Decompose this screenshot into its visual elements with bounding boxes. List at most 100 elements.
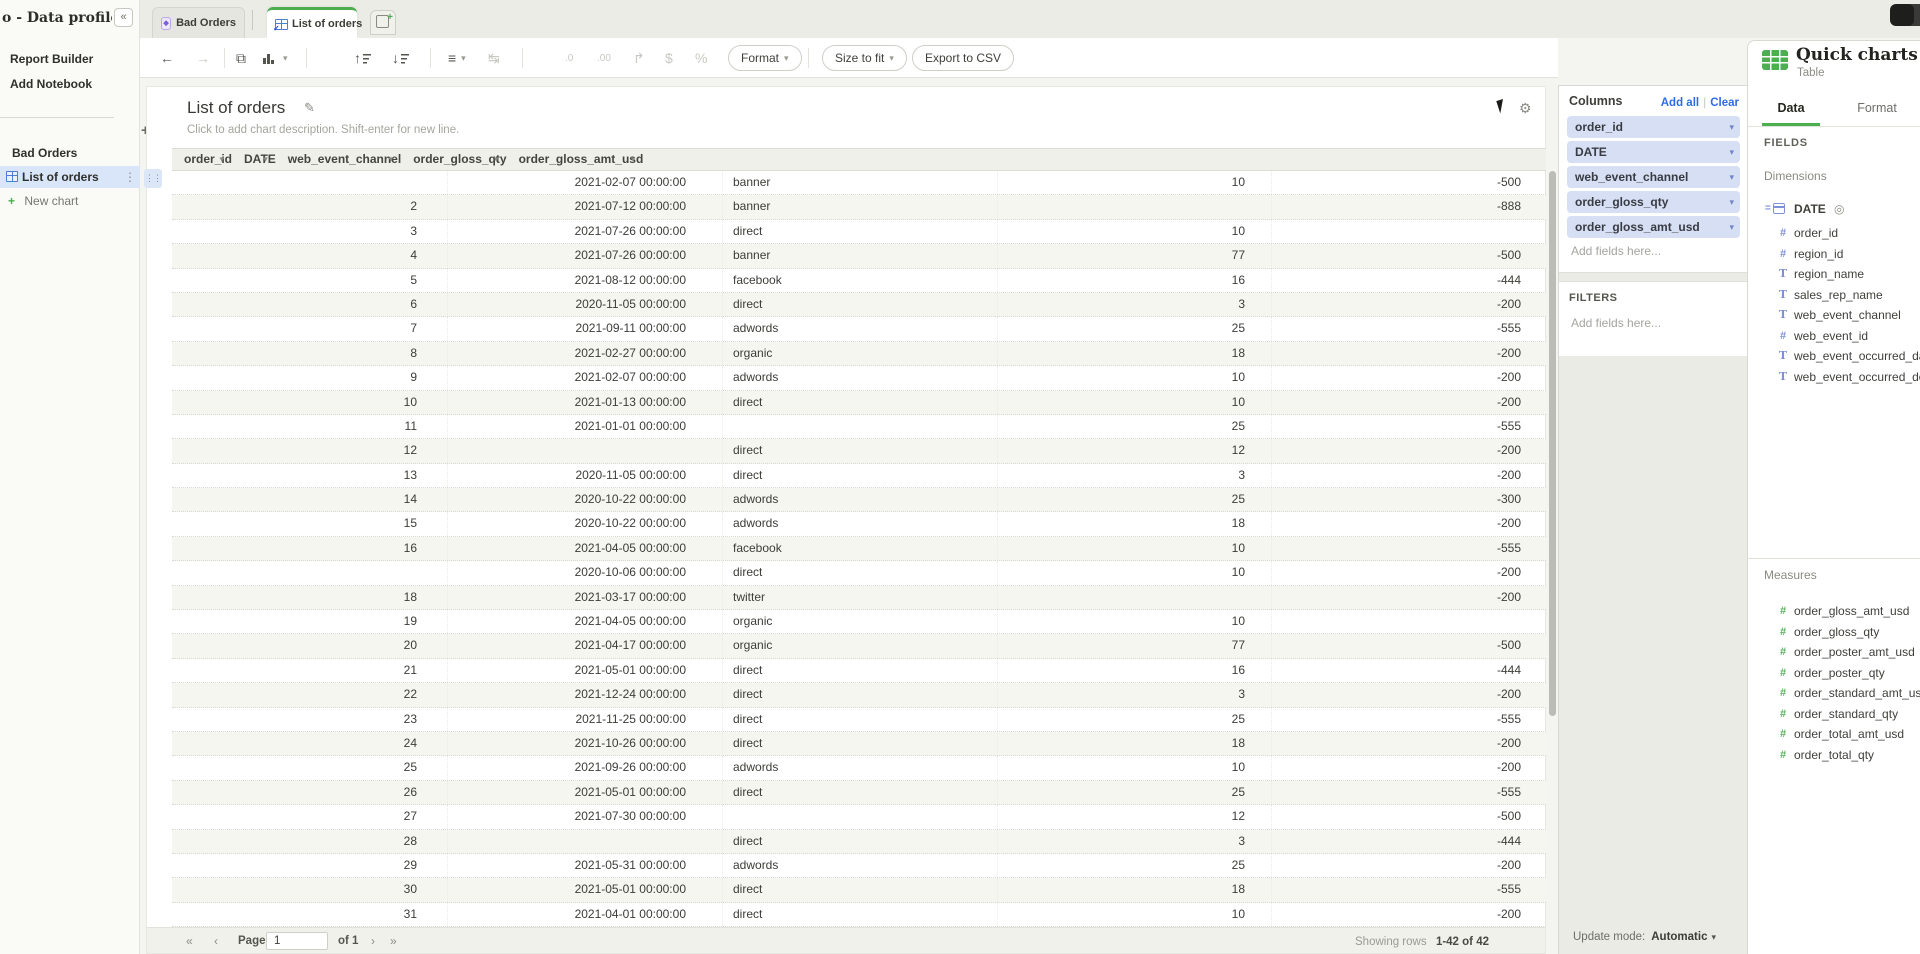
- cell-gloss-amt[interactable]: -200: [1271, 732, 1546, 755]
- cell-channel[interactable]: adwords: [722, 317, 997, 340]
- update-mode-value[interactable]: Automatic: [1651, 931, 1707, 943]
- cell-gloss-qty[interactable]: 3: [997, 683, 1271, 706]
- tab-bad-orders[interactable]: ◆ Bad Orders: [152, 7, 245, 38]
- cell-gloss-amt[interactable]: -500: [1271, 171, 1546, 194]
- cell-date[interactable]: [447, 830, 722, 853]
- tab-data[interactable]: Data: [1748, 93, 1834, 126]
- dimension-field-row[interactable]: order_id: [1748, 223, 1920, 243]
- measure-field-row[interactable]: order_gloss_qty: [1748, 622, 1920, 642]
- cell-date[interactable]: 2021-05-01 00:00:00: [447, 781, 722, 804]
- column-chip[interactable]: order_gloss_qty ▾: [1567, 191, 1740, 213]
- cell-gloss-qty[interactable]: 10: [997, 903, 1271, 926]
- cell-gloss-qty[interactable]: 77: [997, 634, 1271, 657]
- cell-gloss-amt[interactable]: -555: [1271, 781, 1546, 804]
- cell-gloss-amt[interactable]: -555: [1271, 878, 1546, 901]
- cell-gloss-amt[interactable]: -444: [1271, 269, 1546, 292]
- cell-gloss-amt[interactable]: -555: [1271, 317, 1546, 340]
- measure-field-row[interactable]: order_poster_amt_usd: [1748, 642, 1920, 662]
- measure-field-row[interactable]: order_total_qty: [1748, 745, 1920, 765]
- cell-channel[interactable]: direct: [722, 293, 997, 316]
- cell-gloss-qty[interactable]: 10: [997, 171, 1271, 194]
- cell-gloss-amt[interactable]: -555: [1271, 537, 1546, 560]
- table-row[interactable]: 2020-10-06 00:00:00 direct 10 -200: [172, 561, 1546, 585]
- cell-channel[interactable]: direct: [722, 561, 997, 584]
- cell-channel[interactable]: direct: [722, 391, 997, 414]
- column-chip[interactable]: order_id ▾: [1567, 116, 1740, 138]
- cell-order-id[interactable]: 26: [172, 781, 447, 804]
- table-row[interactable]: 21 2021-05-01 00:00:00 direct 16 -444: [172, 659, 1546, 683]
- cell-gloss-amt[interactable]: -200: [1271, 391, 1546, 414]
- chip-caret-icon[interactable]: ▾: [1729, 216, 1734, 238]
- new-tab-button[interactable]: +: [370, 10, 396, 35]
- cell-gloss-amt[interactable]: -555: [1271, 415, 1546, 438]
- cell-order-id[interactable]: [172, 561, 447, 584]
- cell-date[interactable]: 2021-07-26 00:00:00: [447, 244, 722, 267]
- cell-channel[interactable]: direct: [722, 659, 997, 682]
- column-header[interactable]: web_event_channel ▾: [276, 149, 401, 172]
- align-icon[interactable]: ≡ ▾: [448, 38, 466, 78]
- chip-caret-icon[interactable]: ▾: [1729, 191, 1734, 213]
- cell-gloss-amt[interactable]: -200: [1271, 903, 1546, 926]
- cell-gloss-amt[interactable]: -200: [1271, 342, 1546, 365]
- cell-order-id[interactable]: 14: [172, 488, 447, 511]
- measure-field-row[interactable]: order_standard_qty: [1748, 704, 1920, 724]
- kebab-menu-icon[interactable]: ⋮: [124, 166, 136, 188]
- cell-order-id[interactable]: 7: [172, 317, 447, 340]
- measure-field-row[interactable]: order_poster_qty: [1748, 663, 1920, 683]
- table-row[interactable]: 25 2021-09-26 00:00:00 adwords 10 -200: [172, 756, 1546, 780]
- cell-order-id[interactable]: 31: [172, 903, 447, 926]
- cell-date[interactable]: 2021-07-12 00:00:00: [447, 195, 722, 218]
- table-row[interactable]: 23 2021-11-25 00:00:00 direct 25 -555: [172, 708, 1546, 732]
- cell-gloss-qty[interactable]: 10: [997, 220, 1271, 243]
- cell-date[interactable]: 2021-04-01 00:00:00: [447, 903, 722, 926]
- table-row[interactable]: 31 2021-04-01 00:00:00 direct 10 -200: [172, 903, 1546, 927]
- row-drag-handle[interactable]: ⋮⋮: [144, 169, 162, 188]
- cell-gloss-amt[interactable]: [1271, 610, 1546, 633]
- chip-caret-icon[interactable]: ▾: [1729, 116, 1734, 138]
- cell-channel[interactable]: adwords: [722, 488, 997, 511]
- sort-ascending-icon[interactable]: ↑: [354, 38, 371, 78]
- table-row[interactable]: 2021-02-07 00:00:00 banner 10 -500: [172, 171, 1546, 195]
- cell-gloss-qty[interactable]: 12: [997, 805, 1271, 828]
- cell-order-id[interactable]: 16: [172, 537, 447, 560]
- table-row[interactable]: 27 2021-07-30 00:00:00 12 -500: [172, 805, 1546, 829]
- cell-channel[interactable]: direct: [722, 464, 997, 487]
- cell-gloss-qty[interactable]: 10: [997, 391, 1271, 414]
- table-row[interactable]: 9 2021-02-07 00:00:00 adwords 10 -200: [172, 366, 1546, 390]
- dimension-field-row[interactable]: web_event_occurred_date: [1748, 346, 1920, 366]
- measure-field-row[interactable]: order_gloss_amt_usd: [1748, 601, 1920, 621]
- chip-caret-icon[interactable]: ▾: [1729, 166, 1734, 188]
- column-chip[interactable]: DATE ▾: [1567, 141, 1740, 163]
- cell-channel[interactable]: [722, 805, 997, 828]
- cell-date[interactable]: 2020-10-22 00:00:00: [447, 488, 722, 511]
- percent-format-icon[interactable]: %: [695, 38, 707, 78]
- decrease-decimal-icon[interactable]: .0: [565, 38, 573, 78]
- corner-dark-button[interactable]: [1890, 4, 1920, 26]
- cell-gloss-amt[interactable]: -200: [1271, 854, 1546, 877]
- cell-gloss-qty[interactable]: 18: [997, 342, 1271, 365]
- forward-icon[interactable]: →: [196, 38, 210, 78]
- cell-gloss-qty[interactable]: 10: [997, 561, 1271, 584]
- element-settings-gear-icon[interactable]: ⚙: [1519, 100, 1532, 117]
- dimension-field-row[interactable]: web_event_channel: [1748, 305, 1920, 325]
- cell-date[interactable]: 2021-04-17 00:00:00: [447, 634, 722, 657]
- cell-gloss-qty[interactable]: 3: [997, 293, 1271, 316]
- back-icon[interactable]: ←: [160, 38, 174, 78]
- sidebar-new-chart[interactable]: + New chart: [0, 190, 140, 212]
- cell-gloss-qty[interactable]: 25: [997, 708, 1271, 731]
- cell-gloss-qty[interactable]: 10: [997, 756, 1271, 779]
- cell-order-id[interactable]: 9: [172, 366, 447, 389]
- cell-channel[interactable]: adwords: [722, 756, 997, 779]
- cell-order-id[interactable]: 13: [172, 464, 447, 487]
- cell-channel[interactable]: banner: [722, 244, 997, 267]
- cell-order-id[interactable]: 18: [172, 586, 447, 609]
- cell-channel[interactable]: facebook: [722, 269, 997, 292]
- cell-gloss-amt[interactable]: -500: [1271, 634, 1546, 657]
- table-row[interactable]: 15 2020-10-22 00:00:00 adwords 18 -200: [172, 512, 1546, 536]
- table-vertical-scrollbar[interactable]: [1549, 171, 1556, 716]
- table-row[interactable]: 11 2021-01-01 00:00:00 25 -555: [172, 415, 1546, 439]
- cell-date[interactable]: 2020-10-22 00:00:00: [447, 512, 722, 535]
- cell-gloss-amt[interactable]: -444: [1271, 659, 1546, 682]
- cell-channel[interactable]: banner: [722, 195, 997, 218]
- last-page-button[interactable]: »: [390, 928, 397, 954]
